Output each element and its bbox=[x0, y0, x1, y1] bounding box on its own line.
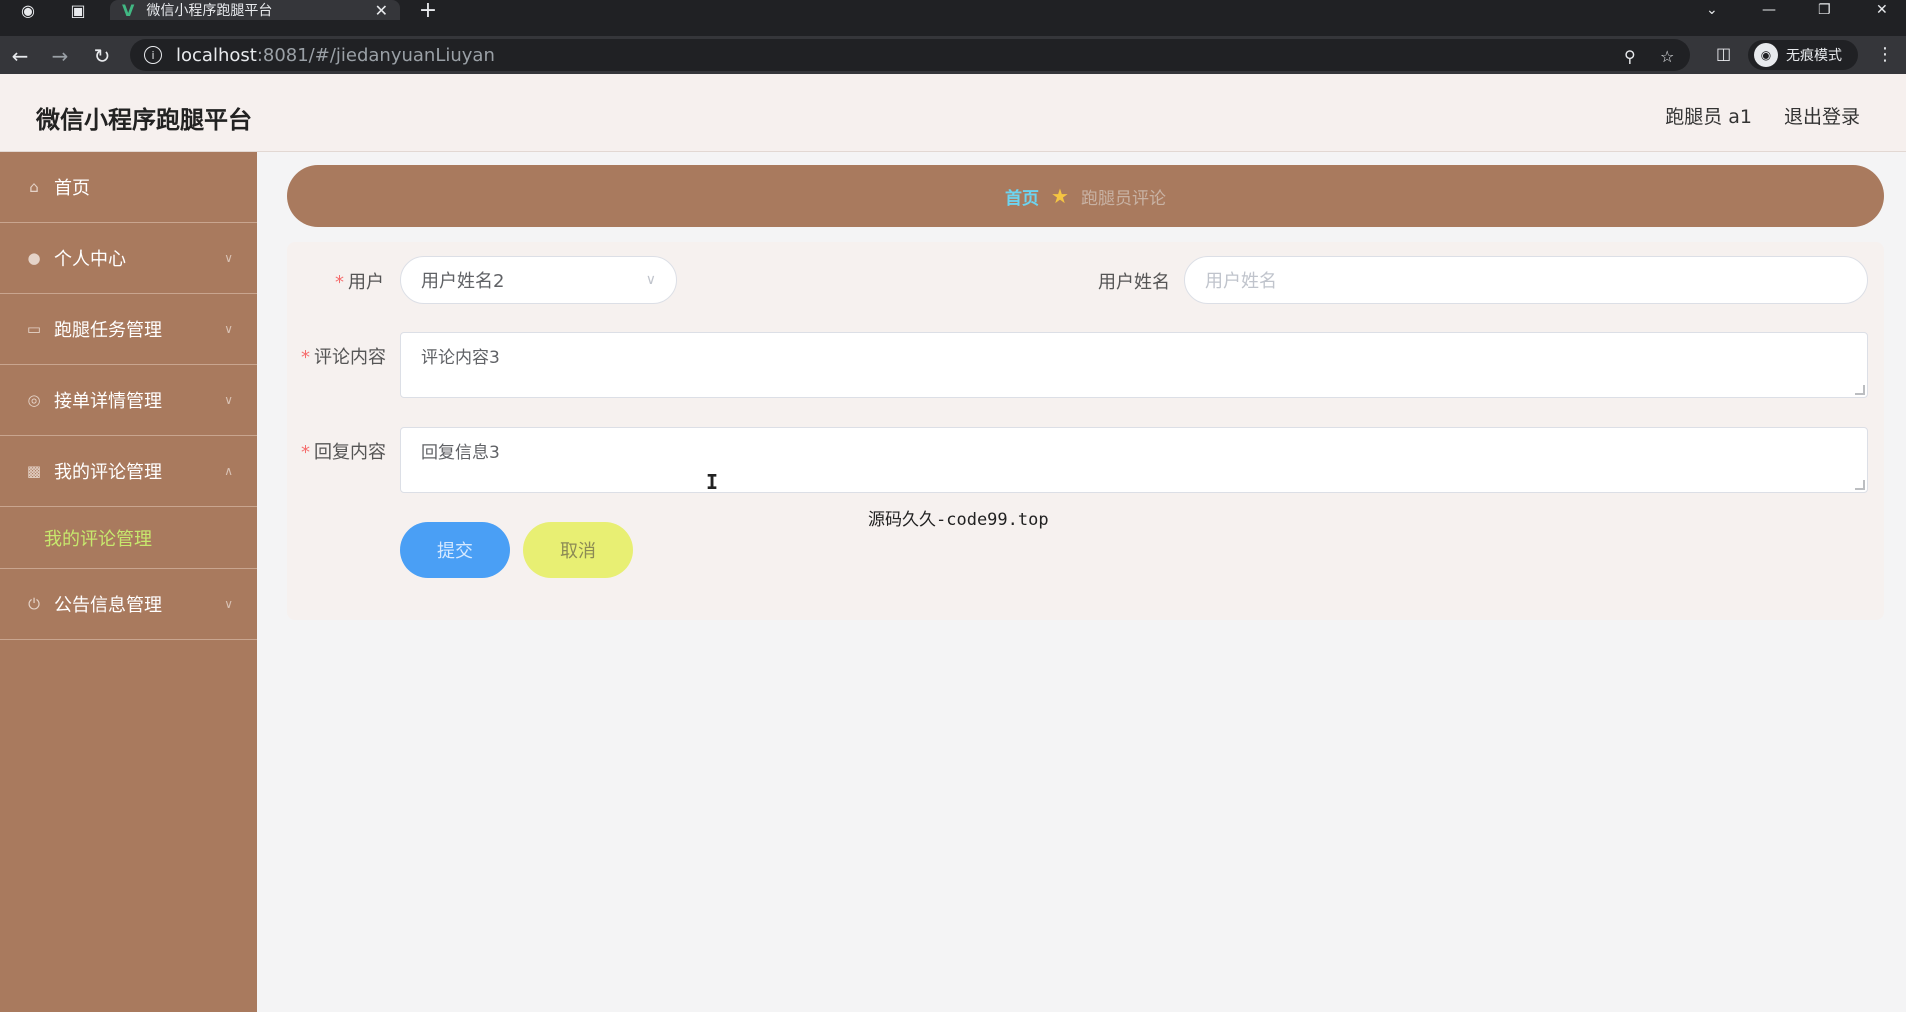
resize-handle-icon[interactable] bbox=[1855, 385, 1865, 395]
user-select-value: 用户姓名2 bbox=[421, 271, 505, 292]
submenu-item-my-comments[interactable]: 我的评论管理 bbox=[0, 507, 257, 569]
breadcrumb-home[interactable]: 首页 bbox=[1005, 184, 1039, 209]
username-field-label: 用户姓名 bbox=[1098, 272, 1170, 293]
sidebar-item-label: 接单详情管理 bbox=[54, 391, 162, 412]
browser-toolbar: ← → ↻ i localhost :8081/#/jiedanyuanLiuy… bbox=[0, 36, 1906, 74]
sidebar-item-notices[interactable]: ⏻ 公告信息管理 ∨ bbox=[0, 569, 257, 640]
overlay-note: 源码久久-code99.top bbox=[868, 510, 1049, 530]
comment-value: 评论内容3 bbox=[421, 348, 500, 368]
cancel-button[interactable]: 取消 bbox=[523, 522, 633, 578]
user-field-label: * 用户 bbox=[335, 272, 384, 293]
power-icon: ⏻ bbox=[28, 595, 40, 613]
sidepanel-icon[interactable]: ◫ bbox=[1716, 44, 1731, 63]
incognito-icon: ◉ bbox=[1754, 43, 1778, 67]
star-icon[interactable]: ☆ bbox=[1660, 47, 1674, 66]
chevron-down-icon: ∨ bbox=[224, 597, 233, 611]
chevron-down-icon: ∨ bbox=[224, 322, 233, 336]
reply-field-label: * 回复内容 bbox=[301, 442, 386, 463]
browser-tab-title: 微信小程序跑腿平台 bbox=[146, 3, 273, 19]
sidebar-item-label: 个人中心 bbox=[54, 249, 126, 270]
text-cursor-icon: I bbox=[706, 470, 719, 494]
submit-button[interactable]: 提交 bbox=[400, 522, 510, 578]
sidebar-item-label: 首页 bbox=[54, 178, 90, 199]
globe-icon[interactable]: ◉ bbox=[10, 0, 46, 20]
vue-logo-icon: V bbox=[122, 0, 135, 20]
chevron-down-icon: ∨ bbox=[224, 251, 233, 265]
chevron-up-icon: ∧ bbox=[224, 464, 233, 478]
tab-overview-icon[interactable]: ▣ bbox=[60, 0, 96, 20]
back-arrow-icon[interactable]: ← bbox=[8, 44, 32, 68]
new-tab-button[interactable]: + bbox=[416, 0, 440, 23]
sidebar-item-label: 公告信息管理 bbox=[54, 595, 162, 616]
sidebar: ⌂ 首页 ● 个人中心 ∨ ▭ 跑腿任务管理 ∨ ◎ 接单详情管理 ∨ ▩ 我的… bbox=[0, 152, 257, 1012]
breadcrumb: 首页 ★ 跑腿员评论 bbox=[287, 165, 1884, 227]
browser-tab-active[interactable]: V 微信小程序跑腿平台 ✕ bbox=[110, 0, 400, 20]
current-user-label: 跑腿员 a1 bbox=[1665, 106, 1752, 128]
minimize-icon[interactable]: — bbox=[1762, 0, 1776, 20]
home-icon: ⌂ bbox=[29, 178, 39, 196]
chevron-down-icon: ∨ bbox=[645, 272, 656, 288]
resize-handle-icon[interactable] bbox=[1855, 480, 1865, 490]
url-path: :8081/#/jiedanyuanLiuyan bbox=[256, 44, 495, 66]
sidebar-item-label: 跑腿任务管理 bbox=[54, 320, 162, 341]
breadcrumb-current: 跑腿员评论 bbox=[1080, 188, 1166, 209]
comment-icon: ▩ bbox=[26, 462, 42, 480]
comment-field-label: * 评论内容 bbox=[301, 347, 386, 368]
mic-icon: ◎ bbox=[27, 391, 41, 409]
user-icon: ● bbox=[27, 249, 41, 267]
incognito-badge[interactable]: ◉ 无痕模式 bbox=[1748, 40, 1858, 70]
forward-arrow-icon[interactable]: → bbox=[48, 44, 72, 68]
address-bar[interactable]: i localhost :8081/#/jiedanyuanLiuyan ⚲ ☆ bbox=[130, 39, 1690, 71]
url-host: localhost bbox=[176, 44, 257, 66]
incognito-label: 无痕模式 bbox=[1786, 48, 1842, 64]
restore-icon[interactable]: ❐ bbox=[1818, 0, 1831, 20]
more-menu-icon[interactable]: ⋮ bbox=[1876, 44, 1894, 65]
star-icon: ★ bbox=[1051, 184, 1069, 208]
app-header: 微信小程序跑腿平台 跑腿员 a1 退出登录 bbox=[0, 74, 1906, 152]
sidebar-item-comments[interactable]: ▩ 我的评论管理 ∧ bbox=[0, 436, 257, 507]
close-icon[interactable]: ✕ bbox=[375, 1, 388, 20]
sidebar-item-profile[interactable]: ● 个人中心 ∨ bbox=[0, 223, 257, 294]
task-icon: ▭ bbox=[26, 320, 42, 338]
chevron-down-icon: ∨ bbox=[224, 393, 233, 407]
reply-textarea[interactable]: 回复信息3 bbox=[400, 427, 1868, 493]
key-icon[interactable]: ⚲ bbox=[1624, 47, 1636, 66]
sidebar-item-orders[interactable]: ◎ 接单详情管理 ∨ bbox=[0, 365, 257, 436]
comment-textarea[interactable]: 评论内容3 bbox=[400, 332, 1868, 398]
sidebar-item-home[interactable]: ⌂ 首页 bbox=[0, 152, 257, 223]
sidebar-item-label: 我的评论管理 bbox=[54, 462, 162, 483]
app-title: 微信小程序跑腿平台 bbox=[36, 106, 252, 134]
sidebar-item-tasks[interactable]: ▭ 跑腿任务管理 ∨ bbox=[0, 294, 257, 365]
reload-icon[interactable]: ↻ bbox=[90, 44, 114, 68]
username-input[interactable]: 用户姓名 bbox=[1184, 256, 1868, 304]
info-icon[interactable]: i bbox=[144, 46, 162, 64]
username-placeholder: 用户姓名 bbox=[1205, 271, 1277, 292]
window-close-icon[interactable]: ✕ bbox=[1876, 0, 1888, 20]
user-select[interactable]: 用户姓名2 ∨ bbox=[400, 256, 677, 304]
browser-tab-strip: ◉ ▣ V 微信小程序跑腿平台 ✕ + ⌄ — ❐ ✕ bbox=[0, 0, 1906, 36]
reply-value: 回复信息3 bbox=[421, 443, 500, 463]
logout-link[interactable]: 退出登录 bbox=[1784, 102, 1860, 129]
chevron-down-icon[interactable]: ⌄ bbox=[1706, 0, 1718, 20]
